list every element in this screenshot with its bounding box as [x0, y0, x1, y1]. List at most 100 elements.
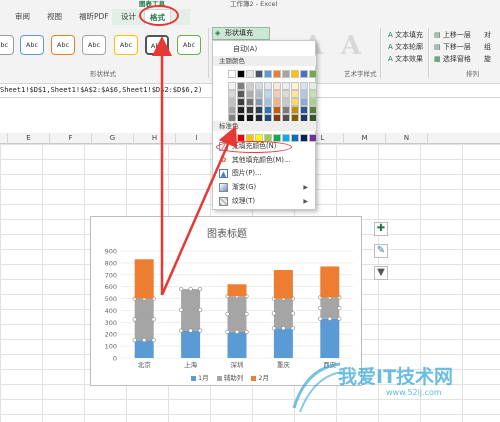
x-category-label[interactable]: 西安 [323, 360, 337, 369]
chart-plot[interactable]: 0 100 200 300 400 500 600 700 800 900 北京 上海 深圳 重庆 西安 [91, 217, 363, 387]
column-header-f[interactable]: F [50, 133, 92, 144]
selection-handle[interactable] [188, 328, 193, 333]
theme-color-swatch[interactable] [237, 82, 245, 90]
theme-color-swatch[interactable] [237, 70, 245, 78]
selection-handle[interactable] [197, 286, 203, 292]
send-backward-button[interactable]: ▤ 下移一层 [434, 42, 471, 52]
y-tick-label[interactable]: 500 [105, 295, 117, 303]
bar-segment[interactable] [134, 340, 154, 358]
selection-handle[interactable] [318, 316, 323, 321]
shape-style-4[interactable]: Abc [82, 35, 106, 55]
y-tick-label[interactable]: 0 [113, 355, 117, 363]
shape-style-5[interactable]: Abc [114, 35, 138, 55]
text-effect-button[interactable]: A 文本效果 [388, 54, 423, 64]
selection-handle[interactable] [151, 338, 156, 343]
selection-handle[interactable] [271, 311, 276, 316]
theme-color-swatch[interactable] [291, 70, 299, 78]
bar-segment[interactable] [273, 270, 293, 299]
selection-pane-button[interactable]: ▦ 选择窗格 [434, 54, 471, 64]
selection-handle[interactable] [337, 316, 342, 321]
more-fill-colors-option[interactable]: ✿ 其他填充颜色(M)... [216, 155, 312, 166]
selection-handle[interactable] [142, 338, 147, 343]
selection-handle[interactable] [197, 328, 203, 333]
selection-handle[interactable] [151, 317, 156, 322]
theme-color-swatch[interactable] [309, 90, 317, 98]
chart-area[interactable]: 图表标题 0 100 200 300 400 500 600 700 800 900 北京 上海 深圳重… [90, 216, 362, 386]
theme-color-swatch[interactable] [228, 82, 236, 90]
tab-review[interactable]: 审阅 [10, 9, 35, 25]
y-tick-label[interactable]: 700 [105, 271, 117, 279]
chart-legend[interactable]: 1月 辅助列 2月 [91, 372, 363, 382]
selection-handle[interactable] [178, 286, 184, 292]
theme-color-swatch[interactable] [291, 98, 299, 106]
bar-segment[interactable] [181, 289, 201, 331]
theme-color-swatch[interactable] [282, 106, 290, 114]
theme-color-swatch[interactable] [282, 70, 290, 78]
text-fill-button[interactable]: A 文本填充 [388, 30, 423, 40]
theme-color-swatch[interactable] [273, 70, 281, 78]
bar-segment[interactable] [320, 266, 340, 298]
selection-handle[interactable] [188, 286, 193, 292]
column-header-e[interactable]: E [8, 133, 50, 144]
selection-handle[interactable] [234, 329, 240, 334]
wordart-style-2[interactable]: A [338, 31, 364, 61]
y-tick-label[interactable]: 300 [105, 319, 117, 327]
formula-text[interactable]: Sheet1!$D$1,Sheet1!$A$2:$A$6,Sheet1!$D$2… [0, 86, 202, 94]
selection-handle[interactable] [271, 326, 276, 331]
tab-view[interactable]: 视图 [42, 9, 67, 25]
theme-color-swatch[interactable] [228, 70, 236, 78]
bar-segment[interactable] [227, 284, 247, 297]
selection-handle[interactable] [327, 316, 332, 321]
theme-color-swatch[interactable] [264, 90, 272, 98]
bar-segment[interactable] [273, 328, 293, 358]
x-category-label[interactable]: 深圳 [231, 360, 244, 369]
theme-color-swatch[interactable] [264, 98, 272, 106]
theme-color-swatch[interactable] [291, 106, 299, 114]
selection-handle[interactable] [132, 317, 137, 322]
theme-color-swatch[interactable] [300, 70, 308, 78]
shape-style-3[interactable]: Abc [51, 35, 75, 55]
no-fill-option[interactable]: ⁄ 无填充颜色(N) [216, 141, 312, 152]
shape-style-6[interactable]: Abc [145, 35, 169, 55]
y-tick-label[interactable]: 600 [105, 283, 117, 291]
theme-color-swatch[interactable] [264, 82, 272, 90]
group-button[interactable]: 组 [484, 42, 491, 52]
tab-format[interactable]: 格式 [144, 9, 171, 25]
theme-color-swatch[interactable] [237, 106, 245, 114]
theme-color-swatch[interactable] [264, 70, 272, 78]
theme-color-swatch[interactable] [273, 82, 281, 90]
theme-color-swatch[interactable] [282, 90, 290, 98]
selection-handle[interactable] [225, 311, 230, 317]
selection-handle[interactable] [244, 311, 249, 317]
theme-color-swatch[interactable] [309, 70, 317, 78]
chart-styles-button[interactable]: ✎ [374, 244, 388, 258]
texture-fill-option[interactable]: 纹理(T) ▶ [216, 196, 312, 207]
bar-segment[interactable] [320, 297, 340, 319]
bar-segment[interactable] [320, 318, 340, 358]
y-tick-label[interactable]: 900 [105, 248, 117, 256]
selection-handle[interactable] [281, 326, 286, 331]
bring-forward-button[interactable]: ▤ 上移一层 [434, 30, 471, 40]
auto-color-option[interactable]: 自动(A) [233, 44, 257, 54]
y-tick-label[interactable]: 400 [105, 307, 117, 315]
theme-color-swatch[interactable] [246, 70, 254, 78]
y-tick-label[interactable]: 200 [105, 331, 117, 339]
theme-color-swatch[interactable] [228, 106, 236, 114]
theme-color-swatch[interactable] [273, 106, 281, 114]
theme-color-swatch[interactable] [246, 90, 254, 98]
x-category-label[interactable]: 北京 [138, 360, 152, 369]
theme-color-swatch[interactable] [300, 90, 308, 98]
column-header-m[interactable]: M [344, 133, 386, 144]
shape-fill-button[interactable]: ◈ 形状填充 [212, 27, 270, 40]
theme-color-swatch[interactable] [237, 90, 245, 98]
y-tick-label[interactable]: 100 [105, 343, 117, 351]
chart-filters-button[interactable]: ▼ [374, 266, 388, 280]
selection-handle[interactable] [337, 305, 342, 311]
theme-color-swatch[interactable] [237, 98, 245, 106]
bar-segment[interactable] [134, 259, 154, 299]
selection-handle[interactable] [318, 305, 323, 311]
theme-color-swatch[interactable] [309, 106, 317, 114]
theme-color-swatch[interactable] [228, 98, 236, 106]
selection-handle[interactable] [244, 329, 249, 334]
theme-color-swatch[interactable] [309, 82, 317, 90]
